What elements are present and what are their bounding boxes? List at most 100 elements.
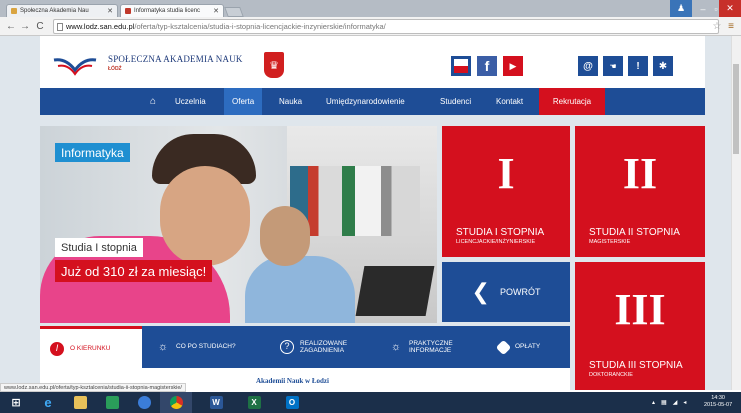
tile-studia-i-stopnia[interactable]: I STUDIA I STOPNIA LICENCJACKIE/INŻYNIER… xyxy=(442,126,570,257)
scrollbar-thumb[interactable] xyxy=(733,64,739,154)
email-icon[interactable]: @ xyxy=(578,56,598,76)
favicon-icon xyxy=(11,8,17,14)
status-bar-url: www.lodz.san.edu.pl/oferta/typ-ksztalcen… xyxy=(0,383,186,392)
tab-o-kierunku[interactable]: i O KIERUNKU xyxy=(40,326,142,368)
back-arrow-icon[interactable]: ← xyxy=(4,17,18,36)
close-tab-icon[interactable]: ✕ xyxy=(209,7,219,15)
outlook-icon: O xyxy=(285,396,299,409)
url-path: /oferta/typ-ksztalcenia/studia-i-stopnia… xyxy=(134,22,386,31)
page-icon xyxy=(57,23,63,31)
signal-icon[interactable]: ◢ xyxy=(673,399,678,406)
tile-title: STUDIA III STOPNIA xyxy=(589,360,683,371)
excel-icon: X xyxy=(247,396,261,409)
windows-logo-icon: ⊞ xyxy=(11,397,21,409)
hero-title: Informatyka xyxy=(55,143,130,162)
nav-item-rekrutacja[interactable]: Rekrutacja xyxy=(539,88,605,115)
tab-praktyczne-informacje[interactable]: ☼ PRAKTYCZNE INFORMACJE xyxy=(389,326,479,368)
network-icon[interactable]: ▦ xyxy=(661,399,667,406)
tray-arrow-icon[interactable]: ▴ xyxy=(652,399,655,406)
word-icon: W xyxy=(209,396,223,409)
favicon-icon xyxy=(125,8,131,14)
back-button-label: POWRÓT xyxy=(499,287,541,297)
info-icon: i xyxy=(50,341,64,356)
settings-icon[interactable]: ✱ xyxy=(653,56,673,76)
menu-icon[interactable]: ≡ xyxy=(724,17,738,36)
taskbar-ie[interactable]: e xyxy=(32,392,64,413)
tab-oplaty[interactable]: OPŁATY xyxy=(495,326,568,368)
question-icon: ? xyxy=(280,340,294,354)
lightbulb-icon: ☼ xyxy=(157,340,169,353)
system-tray[interactable]: ▴ ▦ ◢ ◂ xyxy=(652,392,686,413)
flag-icon[interactable] xyxy=(451,56,471,76)
tab-label: CO PO STUDIACH? xyxy=(176,343,236,351)
tile-numeral: II xyxy=(622,149,658,198)
chevron-left-icon: ❮ xyxy=(471,279,490,304)
logo-book-icon[interactable] xyxy=(52,52,98,78)
tab-label: OPŁATY xyxy=(515,343,541,351)
folder-icon xyxy=(73,396,87,409)
url-bar[interactable]: www.lodz.san.edu.pl/oferta/typ-ksztalcen… xyxy=(53,19,719,34)
price-tag-icon xyxy=(495,339,512,355)
youtube-icon[interactable]: ▶ xyxy=(503,56,523,76)
tile-studia-iii-stopnia[interactable]: III STUDIA III STOPNIA DOKTORANCKIE xyxy=(575,262,705,390)
url-host: www.lodz.san.edu.pl xyxy=(66,22,135,31)
tab-label: Informatyka studia licenc xyxy=(134,8,201,14)
nav-item-umiedzynarodowienie[interactable]: Umiędzynarodowienie xyxy=(318,88,413,115)
taskbar-outlook[interactable]: O xyxy=(276,392,308,413)
clock-date: 2015-05-07 xyxy=(704,402,733,409)
clock-time: 14:30 xyxy=(711,395,725,401)
close-tab-icon[interactable]: ✕ xyxy=(103,7,113,15)
volume-icon[interactable]: ◂ xyxy=(683,399,686,406)
taskbar-app[interactable] xyxy=(128,392,160,413)
forward-arrow-icon[interactable]: → xyxy=(18,17,32,36)
nav-item-studenci[interactable]: Studenci xyxy=(432,88,479,115)
nav-item-nauka[interactable]: Nauka xyxy=(271,88,310,115)
tile-title: STUDIA II STOPNIA xyxy=(589,227,680,238)
user-icon[interactable]: ♟ xyxy=(670,0,692,17)
logo-city: ŁÓDŹ xyxy=(108,66,122,72)
content-text: Akademii Nauk w Łodzi xyxy=(256,377,329,385)
new-tab-button[interactable] xyxy=(224,7,244,17)
browser-tab-1[interactable]: Społeczna Akademia Nau ✕ xyxy=(6,4,118,17)
logo-name[interactable]: SPOŁECZNA AKADEMIA NAUK xyxy=(108,54,243,64)
nav-item-kontakt[interactable]: Kontakt xyxy=(488,88,531,115)
nav-item-uczelnia[interactable]: Uczelnia xyxy=(167,88,214,115)
taskbar-clock[interactable]: 14:30 2015-05-07 xyxy=(704,395,732,409)
nav-item-oferta[interactable]: Oferta xyxy=(224,88,263,115)
tile-subtitle: MAGISTERSKIE xyxy=(589,239,631,245)
store-icon xyxy=(105,396,119,409)
tab-label: Społeczna Akademia Nau xyxy=(20,8,89,14)
taskbar-word[interactable]: W xyxy=(200,392,232,413)
media-icon xyxy=(137,396,151,409)
alert-icon[interactable]: ! xyxy=(628,56,648,76)
taskbar-explorer[interactable] xyxy=(64,392,96,413)
taskbar-excel[interactable]: X xyxy=(238,392,270,413)
tile-numeral: I xyxy=(497,149,515,198)
coat-of-arms-icon: ♛ xyxy=(264,52,284,78)
sign-language-icon[interactable]: ☚ xyxy=(603,56,623,76)
tile-studia-ii-stopnia[interactable]: II STUDIA II STOPNIA MAGISTERSKIE xyxy=(575,126,705,257)
tab-label: O KIERUNKU xyxy=(70,344,111,352)
tab-realizowane-zagadnienia[interactable]: ? REALIZOWANE ZAGADNIENIA xyxy=(280,326,370,368)
reload-icon[interactable]: C xyxy=(33,17,47,36)
taskbar-store[interactable] xyxy=(96,392,128,413)
chrome-icon xyxy=(169,396,183,409)
tab-label: PRAKTYCZNE INFORMACJE xyxy=(409,339,453,354)
tab-co-po-studiach[interactable]: ☼ CO PO STUDIACH? xyxy=(156,326,266,368)
internet-explorer-icon: e xyxy=(44,395,52,410)
close-window-button[interactable]: ✕ xyxy=(719,0,741,17)
bookmark-star-icon[interactable]: ☆ xyxy=(710,17,724,36)
browser-tab-2[interactable]: Informatyka studia licenc ✕ xyxy=(120,4,224,17)
taskbar-chrome[interactable] xyxy=(160,392,192,413)
lightbulb-icon: ☼ xyxy=(390,340,402,353)
facebook-icon[interactable]: f xyxy=(477,56,497,76)
start-button[interactable]: ⊞ xyxy=(0,392,32,413)
hero-price: Już od 310 zł za miesiąc! xyxy=(55,260,213,282)
home-icon[interactable]: ⌂ xyxy=(141,88,165,115)
tile-subtitle: DOKTORANCKIE xyxy=(589,372,633,378)
tile-numeral: III xyxy=(614,285,666,334)
hero-subtitle: Studia I stopnia xyxy=(55,238,143,257)
tab-label: REALIZOWANE ZAGADNIENIA xyxy=(300,339,348,354)
back-button[interactable]: ❮ POWRÓT xyxy=(442,262,570,322)
tile-title: STUDIA I STOPNIA xyxy=(456,227,545,238)
